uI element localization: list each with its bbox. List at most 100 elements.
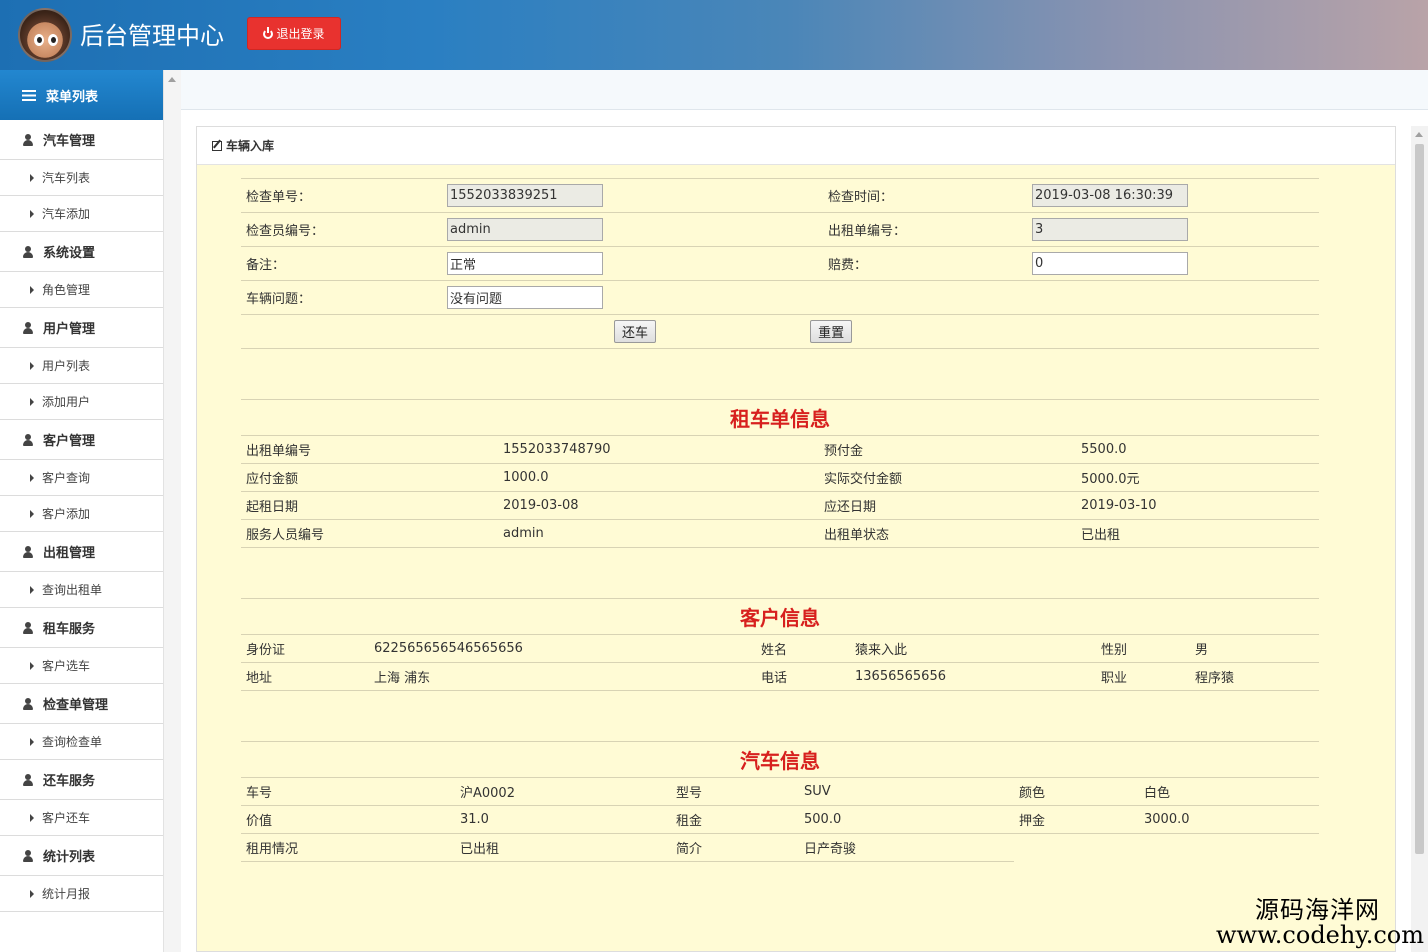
caret-right-icon [30,813,34,822]
table-row: 出租单编号 1552033748790 预付金 5500.0 [241,435,1319,464]
logout-button[interactable]: 退出登录 [247,17,341,50]
rent-no-value: 1552033748790 [498,435,819,464]
logout-label: 退出登录 [276,27,325,41]
usage-value: 已出租 [455,833,671,862]
inspector-field[interactable] [447,218,603,241]
group-label: 还车服务 [43,774,96,789]
sidebar-item-check-query[interactable]: 查询检查单 [0,724,163,760]
sidebar-scrollbar[interactable] [164,70,181,952]
deposit-label: 押金 [1014,805,1139,834]
sidebar-group-checks[interactable]: 检查单管理 [0,684,163,724]
sidebar-item-monthly-report[interactable]: 统计月报 [0,876,163,912]
item-label: 查询检查单 [42,735,103,749]
sidebar-group-rental[interactable]: 出租管理 [0,532,163,572]
sidebar-group-rent-service[interactable]: 租车服务 [0,608,163,648]
actual-label: 实际交付金额 [819,463,1076,492]
name-value: 猿来入此 [850,634,1096,663]
job-label: 职业 [1096,662,1190,691]
table-row: 应付金额 1000.0 实际交付金额 5000.0元 [241,463,1319,492]
intro-label: 简介 [671,833,799,862]
staff-value: admin [498,519,819,548]
customer-info-table: 身份证 622565656546565656 姓名 猿来入此 性别 男 地址 上… [241,634,1319,691]
item-label: 统计月报 [42,887,91,901]
payable-label: 应付金额 [241,463,498,492]
sidebar-item-customer-return[interactable]: 客户还车 [0,800,163,836]
return-car-button[interactable]: 还车 [614,320,657,343]
name-label: 姓名 [756,634,850,663]
sidebar-item-customer-query[interactable]: 客户查询 [0,460,163,496]
scroll-up-icon[interactable] [1415,132,1423,137]
check-time-field[interactable] [1032,184,1188,207]
sidebar-item-roles[interactable]: 角色管理 [0,272,163,308]
check-form: 检查单号： 检查时间： 检查员编号： 出租单编号： 备注： 赔费： 车辆问题： [241,178,1319,349]
edit-icon [212,140,222,151]
sidebar-group-users[interactable]: 用户管理 [0,308,163,348]
group-label: 出租管理 [43,546,96,561]
reset-button[interactable]: 重置 [810,320,853,343]
user-icon [22,321,34,334]
problem-label: 车辆问题： [241,280,442,315]
sidebar-group-stats[interactable]: 统计列表 [0,836,163,876]
phone-value: 13656565656 [850,662,1096,691]
sidebar-group-return[interactable]: 还车服务 [0,760,163,800]
problem-field[interactable] [447,286,603,309]
item-label: 汽车列表 [42,171,91,185]
address-value: 上海 浦东 [369,662,756,691]
watermark-cn: 源码海洋网 [1255,895,1380,924]
sidebar-item-car-list[interactable]: 汽车列表 [0,160,163,196]
caret-right-icon [30,585,34,594]
job-value: 程序猿 [1190,662,1319,691]
sidebar-item-choose-car[interactable]: 客户选车 [0,648,163,684]
table-row: 身份证 622565656546565656 姓名 猿来入此 性别 男 [241,634,1319,663]
panel-content: 检查单号： 检查时间： 检查员编号： 出租单编号： 备注： 赔费： 车辆问题： [241,178,1319,862]
table-row: 租用情况 已出租 简介 日产奇骏 [241,833,1319,862]
user-icon [22,849,34,862]
group-label: 用户管理 [43,322,96,337]
sidebar-group-customers[interactable]: 客户管理 [0,420,163,460]
car-info-title: 汽车信息 [241,741,1319,777]
sidebar-item-user-add[interactable]: 添加用户 [0,384,163,420]
user-icon [22,697,34,710]
sidebar-item-user-list[interactable]: 用户列表 [0,348,163,384]
item-label: 客户添加 [42,507,91,521]
status-value: 已出租 [1076,519,1319,548]
check-no-field[interactable] [447,184,603,207]
user-icon [22,133,34,146]
group-label: 系统设置 [43,246,96,261]
user-icon [22,245,34,258]
compensation-field[interactable] [1032,252,1188,275]
phone-label: 电话 [756,662,850,691]
address-label: 地址 [241,662,369,691]
sidebar-item-customer-add[interactable]: 客户添加 [0,496,163,532]
power-icon [263,26,274,39]
content-topbar [181,70,1428,110]
item-label: 客户还车 [42,811,91,825]
sidebar-item-car-add[interactable]: 汽车添加 [0,196,163,232]
scroll-up-icon[interactable] [168,77,176,82]
scroll-thumb[interactable] [1415,144,1424,854]
sidebar-group-system[interactable]: 系统设置 [0,232,163,272]
usage-label: 租用情况 [241,833,455,862]
caret-right-icon [30,361,34,370]
main-scrollbar[interactable] [1411,126,1428,952]
top-header: 后台管理中心 退出登录 [0,0,1428,70]
group-label: 客户管理 [43,434,96,449]
menu-header[interactable]: 菜单列表 [0,70,163,120]
item-label: 添加用户 [42,395,91,409]
customer-info-title: 客户信息 [241,598,1319,634]
due-date-label: 应还日期 [819,491,1076,520]
remark-field[interactable] [447,252,603,275]
sidebar-group-car[interactable]: 汽车管理 [0,120,163,160]
sidebar-item-rental-query[interactable]: 查询出租单 [0,572,163,608]
value-label: 价值 [241,805,455,834]
check-time-label: 检查时间： [823,178,1027,213]
item-label: 客户选车 [42,659,91,673]
user-icon [22,545,34,558]
start-date-label: 起租日期 [241,491,498,520]
rent-no-field[interactable] [1032,218,1188,241]
car-info-table: 车号 沪A0002 型号 SUV 颜色 白色 价值 31.0 租金 500.0 … [241,777,1319,862]
sidebar: 菜单列表 汽车管理 汽车列表 汽车添加 系统设置 角色管理 用户管理 用户列表 … [0,70,164,952]
rent-no-label: 出租单编号： [823,212,1027,247]
color-label: 颜色 [1014,777,1139,806]
deposit-value: 3000.0 [1139,805,1319,834]
